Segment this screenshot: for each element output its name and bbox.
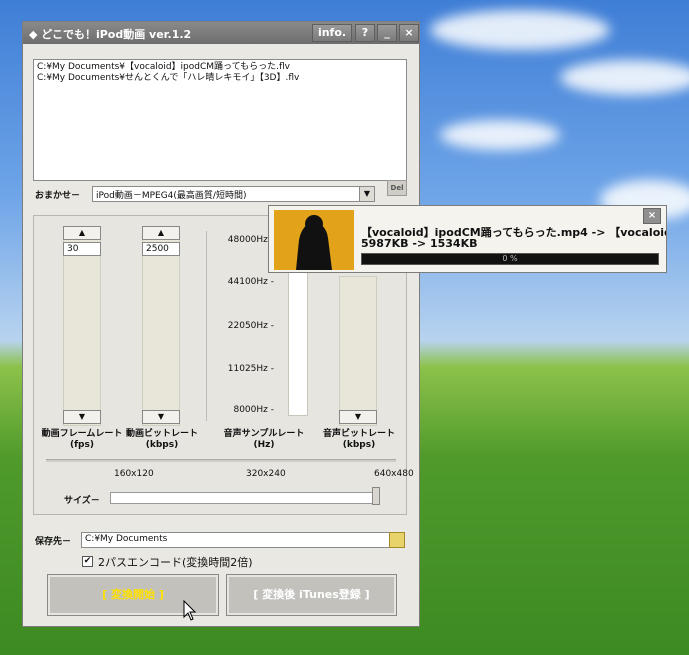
video-thumbnail [274,210,354,270]
video-bitrate-slider[interactable] [142,226,180,426]
frame-rate-value[interactable]: 30 [63,242,101,256]
mouse-pointer-icon [183,600,197,621]
popup-close-button[interactable]: × [643,208,661,224]
dropdown-arrow-icon[interactable]: ▼ [359,187,374,201]
wallpaper-cloud [430,10,610,50]
minimize-button[interactable]: _ [377,24,397,42]
preset-select[interactable]: iPod動画－MPEG4(最高画質/短時間) [92,186,375,202]
info-button[interactable]: info. [312,24,352,42]
audio-bitrate-slider[interactable] [339,276,377,426]
progress-text: 0 % [502,254,518,263]
sampling-tick-22050: 22050Hz - [227,321,274,331]
two-pass-checkbox[interactable]: ✔ [82,556,93,567]
frame-rate-label: 動画フレームレート (fps) [41,429,123,450]
help-button[interactable]: ? [355,24,375,42]
frame-rate-up-arrow-icon[interactable]: ▲ [63,226,101,240]
progress-bar: 0 % [361,253,659,265]
itunes-register-button[interactable]: [ 変換後 iTunes登録 ] [226,574,397,616]
two-pass-label: 2パスエンコード(変換時間2倍) [98,556,253,569]
wallpaper-cloud [440,120,560,150]
sampling-tick-44100: 44100Hz - [227,277,274,287]
size-slider[interactable] [110,492,378,504]
app-window: ◆ どこでも！iPod動画 ver.1.2 info. ? _ × C:¥My … [22,21,420,627]
file-list[interactable]: C:¥My Documents¥【vocaloid】ipodCM踊ってもらった.… [33,59,407,181]
sampling-tick-11025: 11025Hz - [227,364,274,374]
window-title: ◆ どこでも！iPod動画 ver.1.2 [29,28,192,41]
wallpaper-cloud [560,60,689,95]
divider [206,231,207,421]
audio-bitrate-down-arrow-icon[interactable]: ▼ [339,410,377,424]
audio-bitrate-label: 音声ビットレート (kbps) [322,429,395,450]
video-bitrate-up-arrow-icon[interactable]: ▲ [142,226,180,240]
audio-sampling-label: 音声サンプルレート (Hz) [223,429,305,450]
close-button[interactable]: × [399,24,419,42]
progress-popup: × 【vocaloid】ipodCM踊ってもらった.mp4 -> 【vocalo… [268,205,667,273]
size-tick-160: 160x120 [114,469,154,479]
folder-icon[interactable] [389,532,405,548]
size-tick-640: 640x480 [374,469,414,479]
file-list-item[interactable]: C:¥My Documents¥せんとくんで「ハレ晴レキモイ」【3D】.flv [37,73,403,84]
sampling-tick-8000: 8000Hz - [233,405,274,415]
sampling-tick-48000: 48000Hz - [227,235,274,245]
conversion-size: 5987KB -> 1534KB [361,237,478,250]
destination-label: 保存先－ [35,537,72,547]
preset-label: おまかせ－ [35,191,81,201]
video-bitrate-label: 動画ビットレート (kbps) [125,429,198,450]
size-tick-320: 320x240 [246,469,286,479]
delete-button[interactable]: Del [387,180,407,196]
frame-rate-down-arrow-icon[interactable]: ▼ [63,410,101,424]
video-bitrate-down-arrow-icon[interactable]: ▼ [142,410,180,424]
divider [46,459,396,462]
frame-rate-slider[interactable] [63,226,101,426]
size-label: サイズ－ [64,496,100,506]
size-slider-thumb[interactable] [372,487,380,505]
file-list-item[interactable]: C:¥My Documents¥【vocaloid】ipodCM踊ってもらった.… [37,62,403,73]
video-bitrate-value[interactable]: 2500 [142,242,180,256]
title-bar[interactable]: ◆ どこでも！iPod動画 ver.1.2 info. ? _ × [23,22,419,44]
destination-input[interactable]: C:¥My Documents [81,532,390,548]
